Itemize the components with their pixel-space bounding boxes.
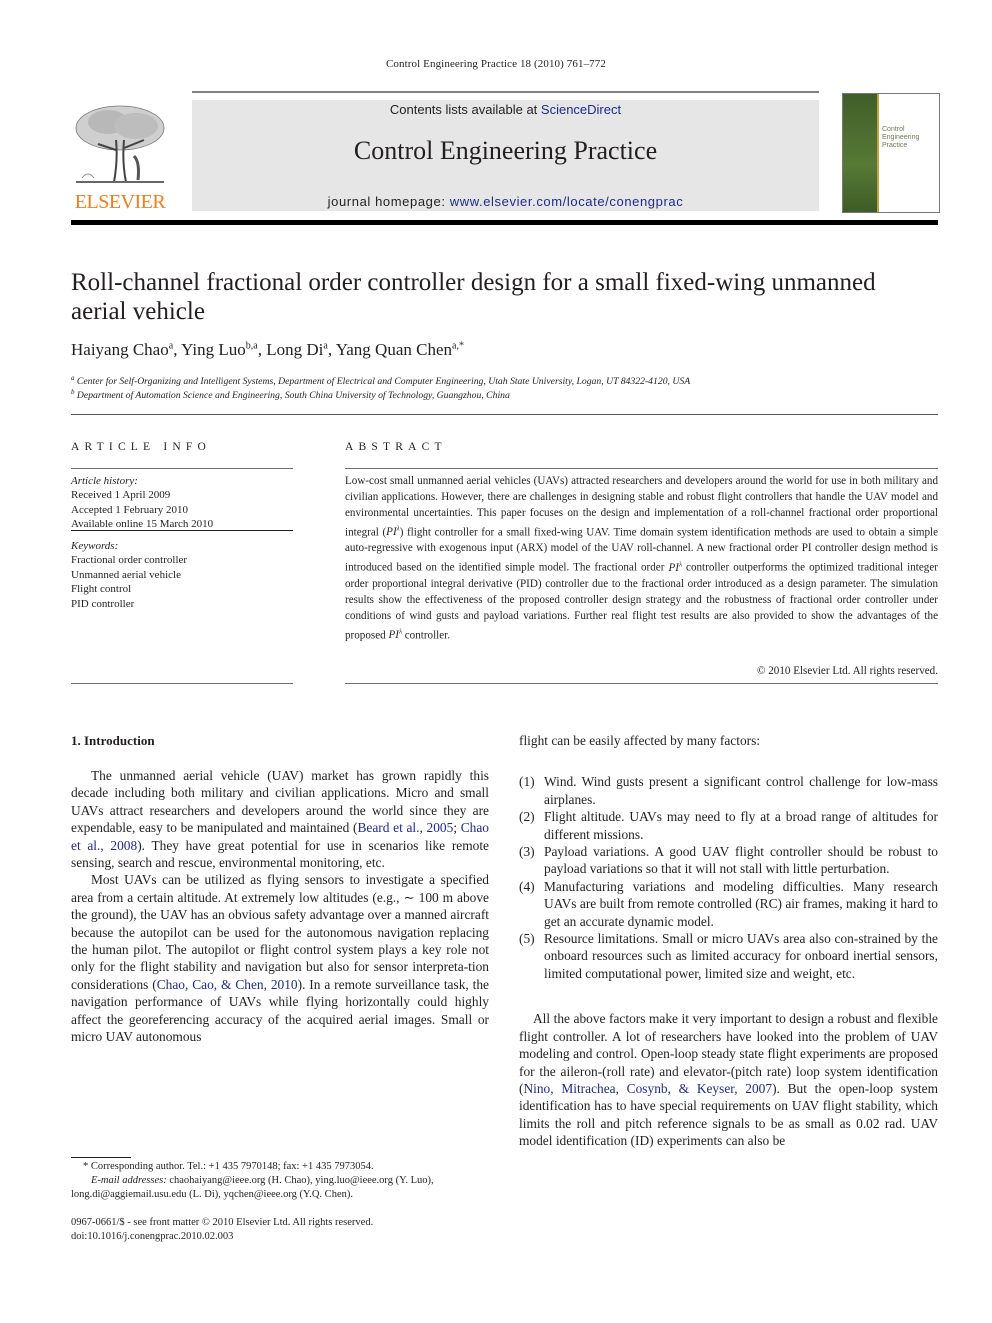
citation-link[interactable]: Nino, Mitrachea, Cosynb, & Keyser, 2007 <box>523 1081 772 1096</box>
keywords: Keywords: Fractional order controller Un… <box>71 539 293 611</box>
article-history: Article history: Received 1 April 2009 A… <box>71 474 293 532</box>
sciencedirect-link[interactable]: ScienceDirect <box>541 102 621 117</box>
affiliation-rule <box>71 414 938 415</box>
homepage-link[interactable]: www.elsevier.com/locate/conengprac <box>450 194 684 209</box>
author-affil-sup: a,* <box>452 340 464 352</box>
affiliation-a: a Center for Self-Organizing and Intelli… <box>71 374 691 388</box>
keyword-item: PID controller <box>71 597 135 610</box>
front-matter: 0967-0661/$ - see front matter © 2010 El… <box>71 1216 489 1244</box>
factors-list: (1) Wind. Wind gusts present a significan… <box>519 773 938 982</box>
journal-header-box: Contents lists available at ScienceDirec… <box>192 100 819 211</box>
cover-title: Control Engineering Practice <box>882 126 920 149</box>
history-received: Received 1 April 2009 <box>71 489 171 502</box>
running-head: Control Engineering Practice 18 (2010) 7… <box>386 58 606 70</box>
corresponding-author-note: * Corresponding author. Tel.: +1 435 797… <box>83 1161 374 1172</box>
paragraph: The unmanned aerial vehicle (UAV) market… <box>71 768 489 871</box>
paragraph: All the above factors make it very impor… <box>519 1011 938 1149</box>
article-info-rule <box>71 683 293 684</box>
abstract-rule <box>345 468 938 469</box>
list-item: (2) Flight altitude. UAVs may need to fly… <box>519 809 938 842</box>
author-name[interactable]: Yang Quan Chen <box>336 340 452 359</box>
abstract-heading: ABSTRACT <box>345 441 447 453</box>
keyword-item: Unmanned aerial vehicle <box>71 568 181 581</box>
header-top-rule <box>192 91 819 93</box>
contents-prefix: Contents lists available at <box>389 102 541 117</box>
keyword-item: Flight control <box>71 583 132 596</box>
header-thick-rule <box>71 220 938 225</box>
list-item: (1) Wind. Wind gusts present a significan… <box>519 774 938 807</box>
article-title: Roll-channel fractional order controller… <box>71 269 876 325</box>
history-label: Article history: <box>71 475 138 487</box>
article-info-rule <box>71 468 293 469</box>
author-affil-sup: a <box>168 340 174 352</box>
pi-lambda-symbol: PIλ <box>386 524 400 539</box>
keywords-label: Keywords: <box>71 540 119 552</box>
author-list: Haiyang Chaoa, Ying Luob,a, Long Dia, Ya… <box>71 340 464 359</box>
author-name[interactable]: Long Di <box>266 340 323 359</box>
history-accepted: Accepted 1 February 2010 <box>71 503 188 516</box>
cover-spine <box>843 94 877 212</box>
journal-cover-thumbnail: Control Engineering Practice <box>842 93 940 213</box>
abstract-rule <box>345 683 938 684</box>
issn-line: 0967-0661/$ - see front matter © 2010 El… <box>71 1217 374 1228</box>
author-name[interactable]: Haiyang Chao <box>71 340 169 359</box>
contents-line: Contents lists available at ScienceDirec… <box>192 102 819 117</box>
pi-lambda-symbol: PIλ <box>388 627 402 642</box>
elsevier-wordmark: ELSEVIER <box>74 191 166 213</box>
cover-stripe <box>877 94 879 212</box>
abstract-copyright: © 2010 Elsevier Ltd. All rights reserved… <box>757 665 938 677</box>
footnotes: * Corresponding author. Tel.: +1 435 797… <box>71 1160 489 1202</box>
list-item: (3) Payload variations. A good UAV flight… <box>519 844 938 877</box>
section-heading-introduction: 1. Introduction <box>71 733 155 748</box>
footnote-rule <box>71 1157 131 1158</box>
journal-title: Control Engineering Practice <box>353 136 658 165</box>
keyword-item: Fractional order controller <box>71 554 188 567</box>
affiliation-b: b Department of Automation Science and E… <box>71 388 510 402</box>
body-column-right: flight can be easily affected by many fa… <box>519 732 938 1150</box>
abstract-text: Low-cost small unmanned aerial vehicles … <box>345 475 938 642</box>
list-item: (5) Resource limitations. Small or micro … <box>519 931 938 981</box>
author-name[interactable]: Ying Luo <box>181 340 246 359</box>
citation-link[interactable]: Chao, Cao, & Chen, 2010 <box>157 977 298 992</box>
body-column-left: The unmanned aerial vehicle (UAV) market… <box>71 767 489 1046</box>
paragraph: Most UAVs can be utilized as flying sens… <box>71 872 490 1045</box>
doi-line[interactable]: doi:10.1016/j.conengprac.2010.02.003 <box>71 1230 489 1244</box>
homepage-prefix: journal homepage: <box>327 194 450 209</box>
email-addresses: E-mail addresses: chaohaiyang@ieee.org (… <box>71 1175 434 1200</box>
list-item: (4) Manufacturing variations and modeling… <box>519 878 938 929</box>
author-affil-sup: a <box>323 340 328 352</box>
article-info-heading: ARTICLE INFO <box>71 441 211 453</box>
citation-link[interactable]: Beard et al., 2005 <box>357 820 453 835</box>
article-info-rule <box>71 530 293 531</box>
author-affil-sup: b,a <box>245 340 258 352</box>
homepage-line: journal homepage: www.elsevier.com/locat… <box>192 194 819 209</box>
paragraph: flight can be easily affected by many fa… <box>519 733 761 748</box>
pi-lambda-symbol: PIλ <box>668 560 682 574</box>
